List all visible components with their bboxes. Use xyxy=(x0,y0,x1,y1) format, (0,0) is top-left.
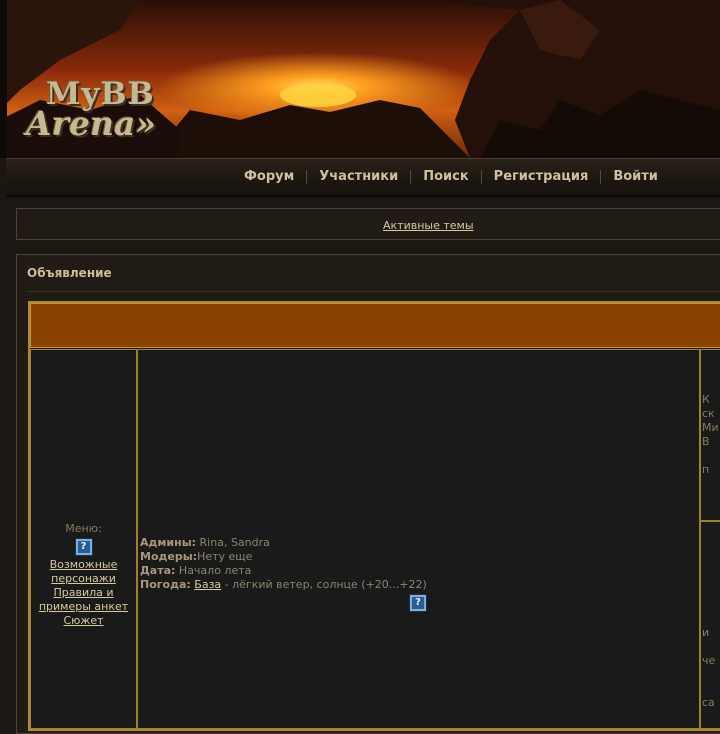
header-banner: MyBB Arena» xyxy=(0,0,720,158)
nav-forum[interactable]: Форум xyxy=(237,170,306,184)
side-text-fragment: В xyxy=(702,435,710,448)
announcement-header-bar xyxy=(30,303,720,348)
nav-search[interactable]: Поиск xyxy=(410,170,480,184)
side-text-fragment: К xyxy=(702,393,710,406)
menu-link-plot[interactable]: Сюжет xyxy=(30,614,137,628)
side-text-fragment: Ми xyxy=(702,421,719,434)
menu-link-rules[interactable]: Правила и примеры анкет xyxy=(30,586,137,614)
date-label: Дата: xyxy=(140,564,176,577)
mods-value: Нету еще xyxy=(197,550,253,563)
date-row: Дата: Начало лета xyxy=(140,564,427,578)
mods-label: Модеры: xyxy=(140,550,198,563)
nav-login[interactable]: Войти xyxy=(600,170,670,184)
menu-title: Меню: xyxy=(65,522,102,535)
weather-value: - лёгкий ветер, солнце (+20...+22) xyxy=(221,578,427,591)
logo-text-line2: Arena» xyxy=(26,104,156,143)
weather-label: Погода: xyxy=(140,578,191,591)
main-nav: Форум Участники Поиск Регистрация Войти xyxy=(6,158,720,197)
weather-location-link[interactable]: База xyxy=(194,578,221,591)
side-text-fragment: ск xyxy=(702,407,715,420)
admins-value: Rina, Sandra xyxy=(196,536,270,549)
admins-label: Админы: xyxy=(140,536,197,549)
divider xyxy=(27,291,720,292)
side-text-fragment: п xyxy=(702,463,710,476)
menu-link-characters[interactable]: Возможные персонажи xyxy=(30,558,137,586)
side-text-fragment: че xyxy=(702,654,716,667)
announcement-heading: Объявление xyxy=(27,266,112,280)
active-topics-link[interactable]: Активные темы xyxy=(383,219,474,232)
nav-register[interactable]: Регистрация xyxy=(480,170,601,184)
nav-members[interactable]: Участники xyxy=(306,170,410,184)
site-logo[interactable]: MyBB Arena» xyxy=(24,72,156,158)
side-text-fragment: и xyxy=(702,626,710,639)
date-value: Начало лета xyxy=(175,564,252,577)
active-topics-bar: Активные темы xyxy=(16,208,720,240)
menu-block: Меню: ? Возможные персонажи Правила и пр… xyxy=(30,522,137,628)
side-text-fragment: са xyxy=(702,696,715,709)
help-icon[interactable]: ? xyxy=(74,538,93,556)
mods-row: Модеры:Нету еще xyxy=(140,550,427,564)
weather-row: Погода: База - лёгкий ветер, солнце (+20… xyxy=(140,578,427,592)
forum-info: Админы: Rina, Sandra Модеры:Нету еще Дат… xyxy=(140,536,427,592)
help-icon[interactable]: ? xyxy=(409,594,427,612)
admins-row: Админы: Rina, Sandra xyxy=(140,536,427,550)
